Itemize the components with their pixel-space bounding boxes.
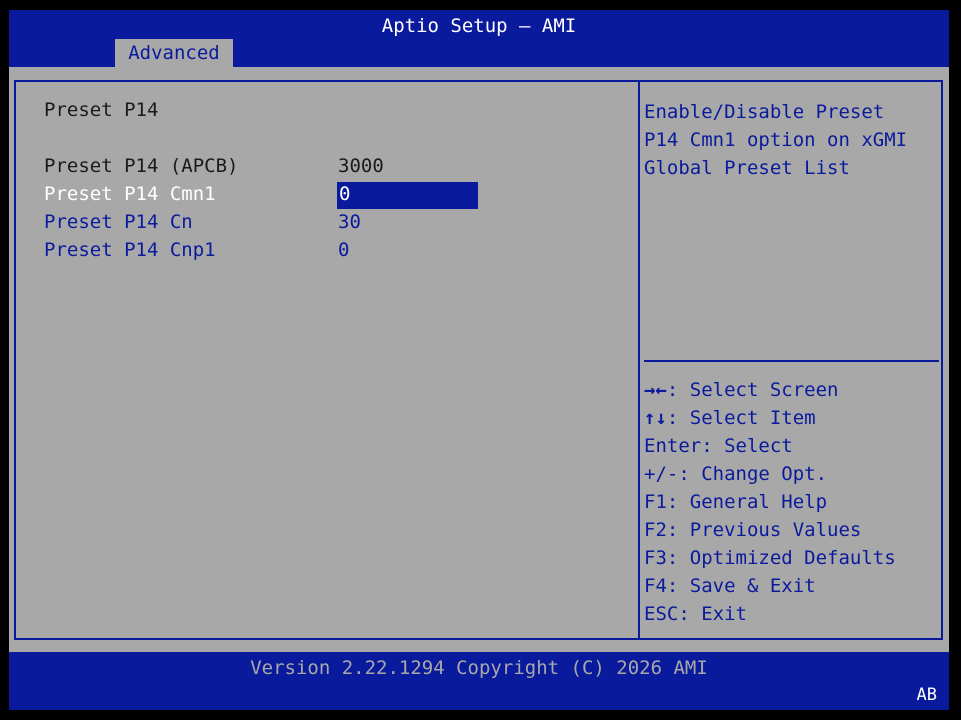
- setting-value-field[interactable]: 0: [338, 238, 349, 262]
- key-name: Enter: [644, 435, 702, 457]
- key-hint-change-opt: +/-: Change Opt.: [644, 463, 828, 485]
- setting-label: Preset P14 (APCB): [44, 155, 239, 177]
- key-name: ↑↓: [644, 407, 667, 429]
- key-legend: →←: Select Screen ↑↓: Select Item Enter:…: [644, 376, 934, 628]
- key-name: +/-: [644, 463, 679, 485]
- key-description: Change Opt.: [701, 463, 828, 485]
- key-name: F2: [644, 519, 667, 541]
- main-panel: Preset P14 Preset P14 (APCB) 3000 Preset…: [14, 80, 943, 640]
- page-title: Preset P14: [44, 99, 159, 121]
- key-hint-enter: Enter: Select: [644, 435, 793, 457]
- key-description: Optimized Defaults: [689, 547, 896, 569]
- key-description: Save & Exit: [689, 575, 816, 597]
- key-name: ESC: [644, 603, 679, 625]
- setting-value-field[interactable]: 30: [338, 210, 361, 234]
- key-hint-f1: F1: General Help: [644, 491, 828, 513]
- key-name: F3: [644, 547, 667, 569]
- setting-value-field[interactable]: 0: [337, 182, 478, 209]
- key-description: Previous Values: [689, 519, 862, 541]
- key-hint-f3: F3: Optimized Defaults: [644, 547, 896, 569]
- key-description: Select Screen: [689, 379, 839, 401]
- post-code: AB: [916, 685, 937, 705]
- key-name: F1: [644, 491, 667, 513]
- bios-window: Aptio Setup – AMI Advanced Preset P14 Pr…: [9, 10, 949, 710]
- status-bar: Version 2.22.1294 Copyright (C) 2026 AMI…: [9, 652, 949, 710]
- key-hint-select-item: ↑↓: Select Item: [644, 407, 816, 429]
- setting-label: Preset P14 Cmn1: [44, 183, 216, 205]
- app-title: Aptio Setup – AMI: [381, 15, 577, 37]
- key-hint-esc: ESC: Exit: [644, 603, 747, 625]
- key-hint-f2: F2: Previous Values: [644, 519, 862, 541]
- key-name: →←: [644, 379, 667, 401]
- setting-value: 3000: [338, 155, 384, 177]
- vertical-divider: [638, 82, 640, 638]
- key-description: Select: [724, 435, 793, 457]
- title-bar: Aptio Setup – AMI Advanced: [9, 10, 949, 67]
- key-name: F4: [644, 575, 667, 597]
- key-description: General Help: [689, 491, 828, 513]
- help-divider: [644, 360, 939, 362]
- key-hint-f4: F4: Save & Exit: [644, 575, 816, 597]
- tab-advanced[interactable]: Advanced: [115, 39, 233, 67]
- help-description: Enable/Disable Preset P14 Cmn1 option on…: [644, 101, 908, 179]
- version-text: Version 2.22.1294 Copyright (C) 2026 AMI: [250, 657, 708, 679]
- setting-label: Preset P14 Cn: [44, 211, 193, 233]
- setting-label: Preset P14 Cnp1: [44, 239, 216, 261]
- key-description: Select Item: [689, 407, 816, 429]
- key-description: Exit: [701, 603, 747, 625]
- key-hint-select-screen: →←: Select Screen: [644, 379, 839, 401]
